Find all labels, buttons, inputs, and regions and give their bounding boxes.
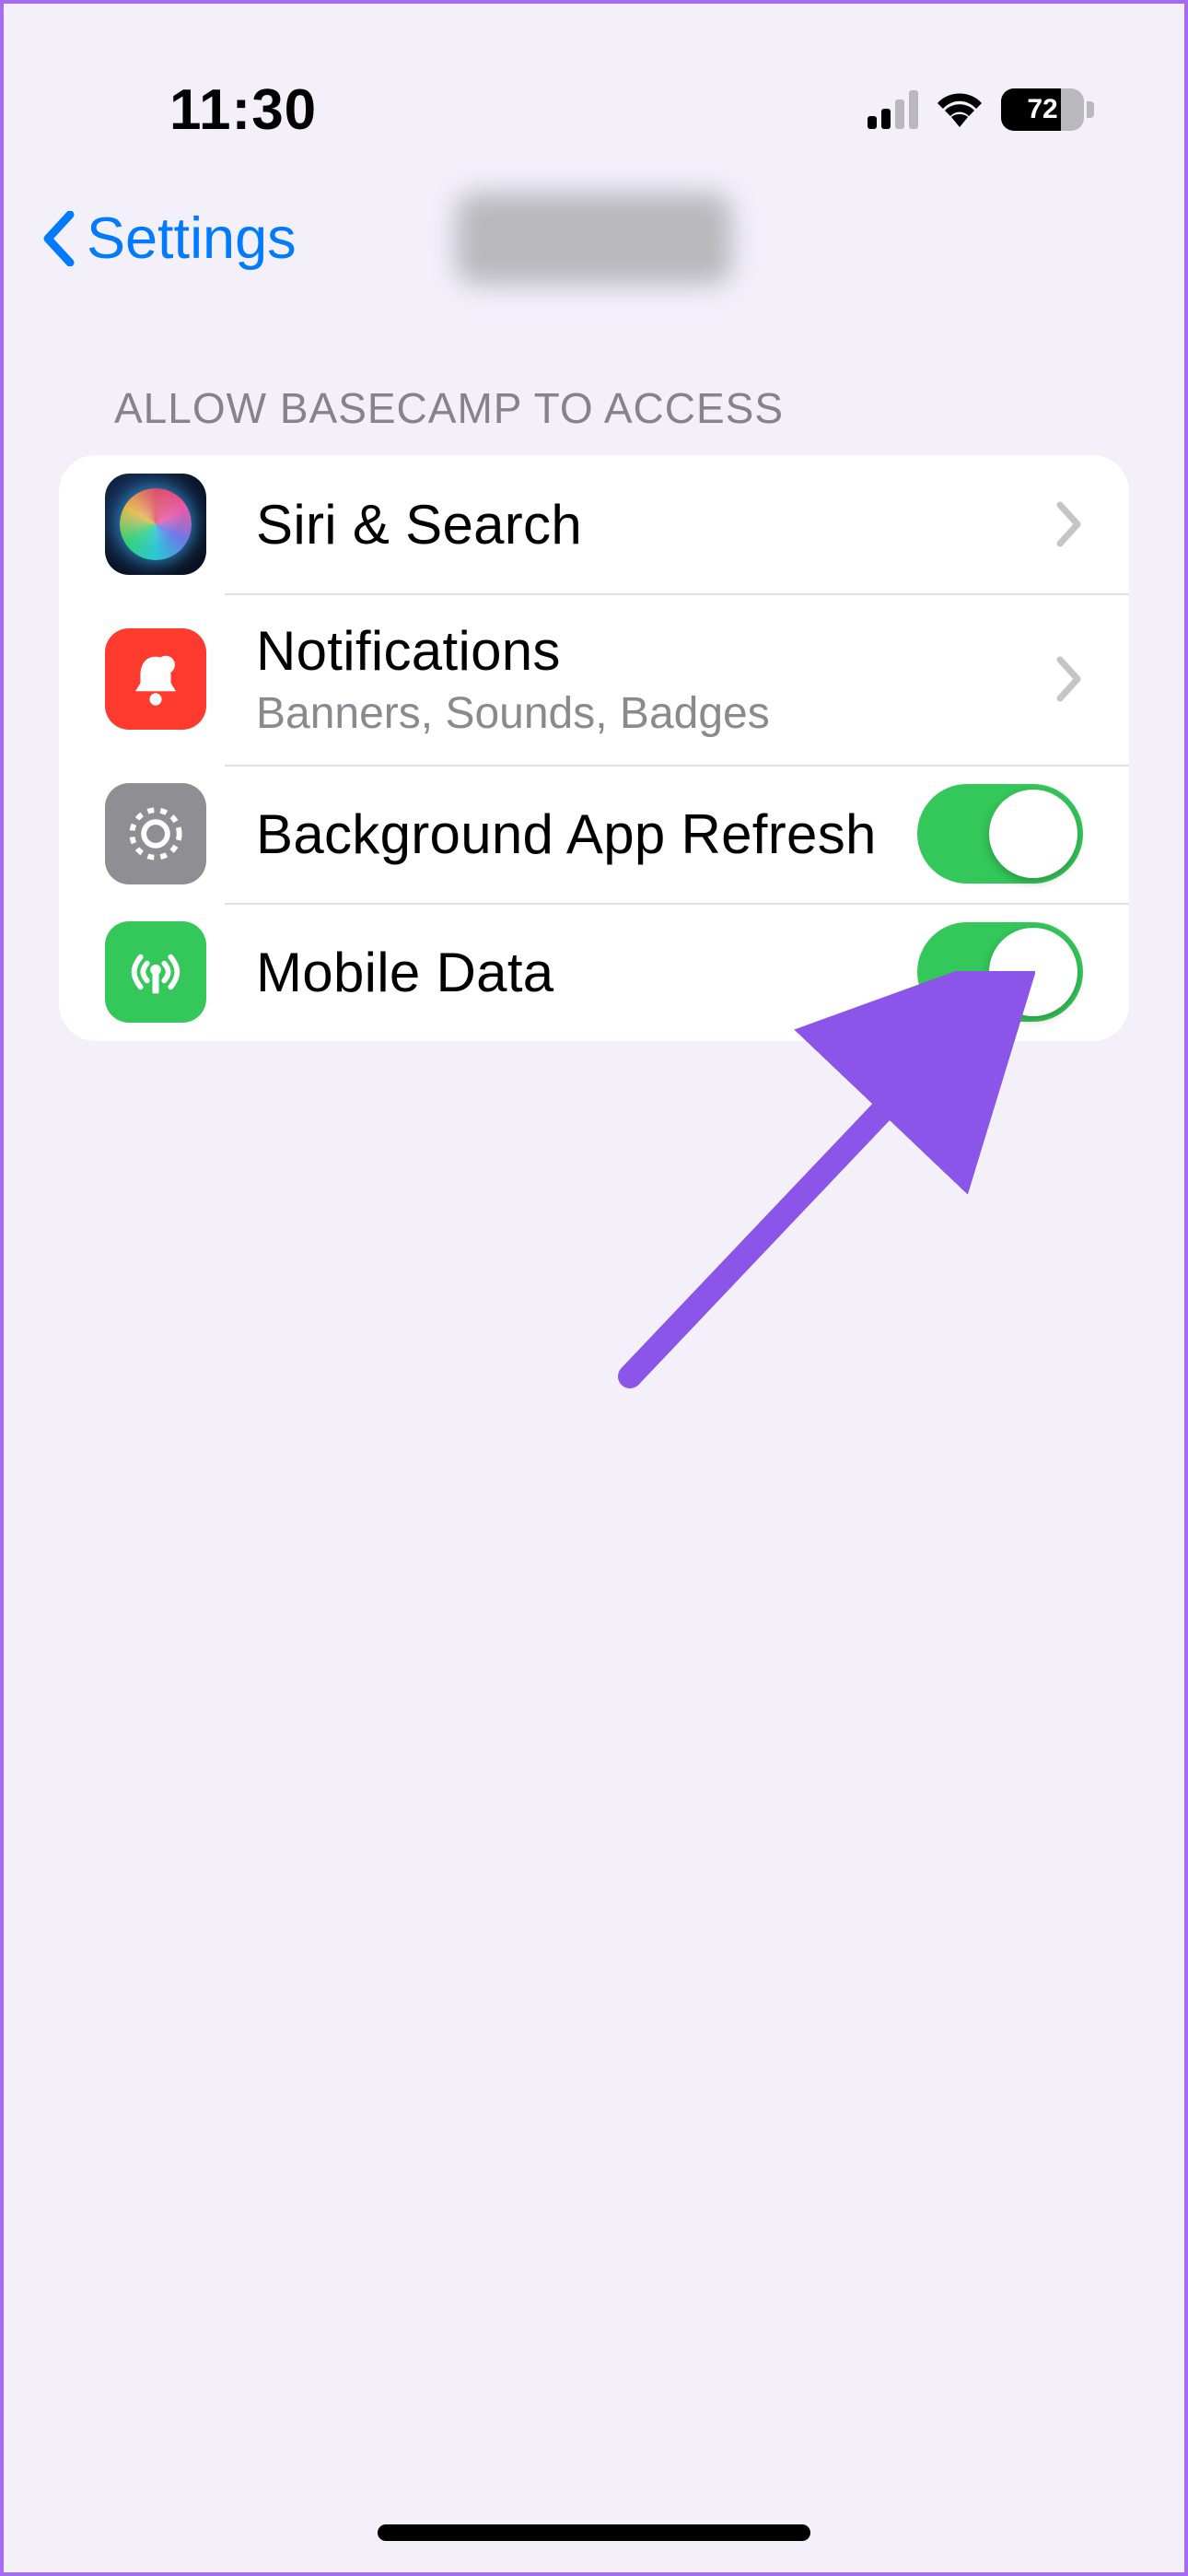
settings-list: Siri & Search Notifications Banners, Sou… bbox=[59, 455, 1129, 1041]
row-title: Notifications bbox=[256, 619, 1055, 683]
row-mobile-data: Mobile Data bbox=[59, 903, 1129, 1041]
antenna-icon bbox=[105, 921, 206, 1023]
row-title: Siri & Search bbox=[256, 493, 1055, 556]
section-header: ALLOW BASECAMP TO ACCESS bbox=[4, 317, 1184, 455]
back-label: Settings bbox=[87, 205, 297, 272]
row-background-app-refresh: Background App Refresh bbox=[59, 765, 1129, 903]
chevron-left-icon bbox=[41, 211, 77, 266]
row-subtitle: Banners, Sounds, Badges bbox=[256, 688, 1055, 739]
cellular-signal-icon bbox=[868, 90, 918, 129]
battery-percent: 72 bbox=[1027, 94, 1057, 125]
row-notifications[interactable]: Notifications Banners, Sounds, Badges bbox=[59, 593, 1129, 765]
row-title: Mobile Data bbox=[256, 941, 917, 1004]
back-button[interactable]: Settings bbox=[41, 205, 297, 272]
home-indicator[interactable] bbox=[378, 2524, 810, 2541]
bell-icon bbox=[105, 628, 206, 730]
row-title: Background App Refresh bbox=[256, 802, 917, 866]
battery-icon: 72 bbox=[1001, 88, 1094, 131]
toggle-background-app-refresh[interactable] bbox=[917, 784, 1083, 884]
siri-icon bbox=[105, 474, 206, 575]
page-title-redacted bbox=[456, 193, 732, 285]
toggle-mobile-data[interactable] bbox=[917, 922, 1083, 1022]
gear-icon bbox=[105, 783, 206, 884]
nav-bar: Settings bbox=[4, 160, 1184, 317]
chevron-right-icon bbox=[1055, 501, 1083, 547]
status-bar: 11:30 72 bbox=[4, 4, 1184, 160]
chevron-right-icon bbox=[1055, 656, 1083, 702]
row-siri-search[interactable]: Siri & Search bbox=[59, 455, 1129, 593]
wifi-icon bbox=[935, 91, 984, 128]
status-right: 72 bbox=[868, 88, 1111, 131]
status-time: 11:30 bbox=[77, 77, 317, 143]
